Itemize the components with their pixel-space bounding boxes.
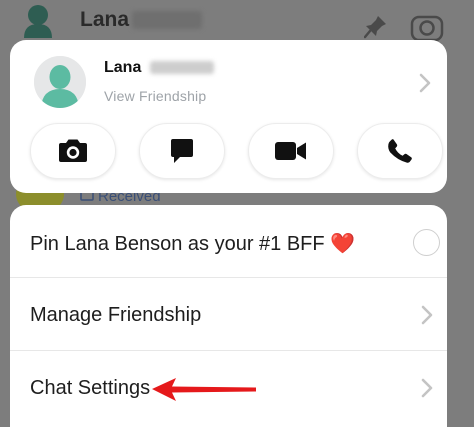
phone-icon — [388, 139, 412, 163]
pin-icon — [363, 14, 388, 40]
view-friendship-link[interactable]: View Friendship — [104, 88, 206, 104]
heart-emoji: ❤️ — [330, 233, 356, 255]
background-avatar — [22, 4, 54, 38]
redacted-surname — [150, 61, 214, 74]
profile-name[interactable]: Lana — [104, 59, 141, 77]
pin-bff-radio[interactable] — [413, 229, 440, 256]
background-contact-name: Lana — [80, 8, 130, 31]
chat-button[interactable] — [139, 123, 225, 179]
background-chat-row: Lana — [0, 0, 474, 42]
camera-button[interactable] — [30, 123, 116, 179]
chat-bubble-icon — [171, 139, 193, 163]
chevron-right-icon — [420, 377, 434, 399]
video-call-button[interactable] — [248, 123, 334, 179]
pin-bff-label: Pin Lana Benson as your #1 BFF ❤️ — [30, 231, 355, 256]
video-camera-icon — [275, 142, 306, 160]
background-redacted-surname — [132, 11, 202, 29]
chevron-right-icon — [420, 304, 434, 326]
camera-icon — [59, 139, 87, 162]
manage-friendship-label: Manage Friendship — [30, 304, 202, 326]
friend-action-card: Lana View Friendship — [10, 40, 447, 193]
chevron-right-icon[interactable] — [418, 72, 432, 94]
voice-call-button[interactable] — [357, 123, 443, 179]
pin-bff-option[interactable]: Pin Lana Benson as your #1 BFF ❤️ — [10, 205, 447, 278]
pin-bff-text: Pin Lana Benson as your #1 BFF — [30, 233, 325, 255]
camera-icon — [410, 12, 444, 42]
chat-settings-label: Chat Settings — [30, 377, 151, 399]
annotation-arrow-icon — [150, 376, 258, 404]
manage-friendship-option[interactable]: Manage Friendship — [10, 278, 447, 351]
avatar[interactable] — [34, 56, 86, 108]
